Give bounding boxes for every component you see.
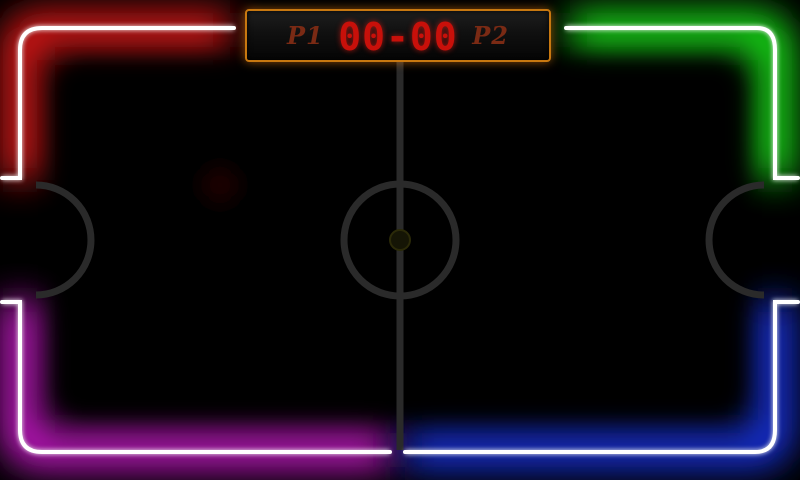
scoreboard: P1 00-00 P2: [245, 9, 551, 62]
puck[interactable]: [389, 229, 411, 251]
player2-label: P2: [472, 21, 509, 50]
player1-paddle[interactable]: [200, 165, 240, 205]
hockey-rink[interactable]: [0, 0, 800, 480]
game-screen: P1 00-00 P2: [0, 0, 800, 480]
